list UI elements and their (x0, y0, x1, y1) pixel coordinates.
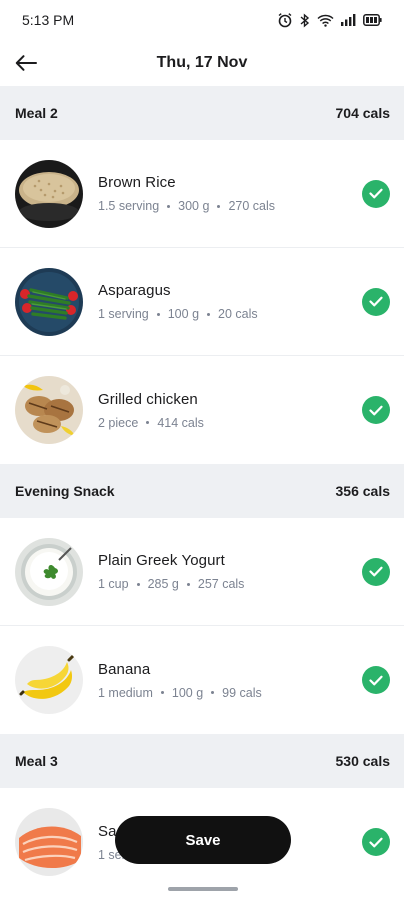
calories: 270 cals (228, 199, 275, 213)
back-button[interactable] (12, 49, 40, 77)
calories: 257 cals (197, 577, 245, 591)
food-meta: 1 serving 100 g 20 cals (98, 307, 362, 321)
food-meta: 1.5 serving 300 g 270 cals (98, 199, 362, 213)
weight: 100 g (167, 307, 200, 321)
check-icon[interactable] (362, 828, 390, 856)
serving-size: 1.5 serving (98, 199, 160, 213)
weight: 285 g (147, 577, 179, 591)
food-name: Asparagus (98, 282, 171, 299)
food-row-grilled-chicken[interactable]: Grilled chicken 2 piece 414 cals (0, 356, 404, 464)
serving-size: 1 medium (98, 685, 153, 700)
food-name: Plain Greek Yogurt (98, 552, 225, 569)
check-icon[interactable] (362, 666, 390, 694)
section-header-evening-snack: Evening Snack 356 cals (0, 464, 404, 518)
check-icon[interactable] (362, 179, 390, 208)
check-icon[interactable] (362, 557, 390, 586)
section-cals: 530 cals (335, 753, 391, 769)
food-row-greek-yogurt[interactable]: Plain Greek Yogurt 1 cup 285 g 257 cals (0, 518, 404, 626)
food-name: Brown Rice (98, 174, 176, 191)
section-cals: 704 cals (335, 105, 391, 121)
food-row-brown-rice[interactable]: Brown Rice 1.5 serving 300 g 270 cals (0, 140, 404, 248)
section-title: Meal 2 (15, 105, 58, 121)
status-bar: 5:13 PM (0, 0, 404, 40)
food-meta: 1 medium 100 g 99 cals (98, 686, 362, 700)
banana-image (15, 646, 83, 714)
brown-rice-image (15, 159, 83, 228)
weight: 300 g (178, 199, 210, 213)
alarm-icon (277, 12, 293, 28)
section-header-meal-2: Meal 2 704 cals (0, 86, 404, 140)
wifi-icon (317, 14, 334, 27)
section-title: Meal 3 (15, 753, 58, 769)
calories: 20 cals (218, 307, 258, 321)
header: Thu, 17 Nov (0, 40, 404, 86)
section-title: Evening Snack (15, 483, 115, 499)
save-button[interactable]: Save (115, 816, 291, 864)
food-row-banana[interactable]: Banana 1 medium 100 g 99 cals (0, 626, 404, 734)
status-icons (277, 12, 382, 28)
check-icon[interactable] (362, 396, 390, 424)
grilled-chicken-image (15, 376, 83, 444)
asparagus-image (15, 267, 83, 336)
food-meta: 2 piece 414 cals (98, 416, 362, 430)
section-cals: 356 cals (335, 483, 391, 499)
serving-size: 2 piece (98, 415, 139, 430)
weight: 100 g (171, 685, 204, 700)
section-header-meal-3: Meal 3 530 cals (0, 734, 404, 788)
food-meta: 1 cup 285 g 257 cals (98, 577, 362, 591)
serving-size: 1 cup (98, 577, 129, 591)
yogurt-image (15, 537, 83, 606)
check-icon[interactable] (362, 287, 390, 316)
food-name: Banana (98, 660, 151, 678)
battery-icon (363, 14, 382, 26)
calories: 414 cals (157, 415, 204, 430)
meal-list[interactable]: Meal 2 704 cals Brown Rice 1.5 serving 3… (0, 86, 404, 900)
food-row-asparagus[interactable]: Asparagus 1 serving 100 g 20 cals (0, 248, 404, 356)
calories: 99 cals (222, 685, 262, 700)
salmon-image (15, 808, 83, 876)
serving-size: 1 serving (98, 307, 149, 321)
signal-icon (341, 14, 356, 26)
status-time: 5:13 PM (22, 12, 75, 28)
bluetooth-icon (300, 12, 310, 28)
page-title: Thu, 17 Nov (156, 54, 248, 71)
home-indicator[interactable] (168, 887, 238, 891)
food-name: Grilled chicken (98, 390, 198, 408)
back-arrow-icon (15, 55, 37, 71)
